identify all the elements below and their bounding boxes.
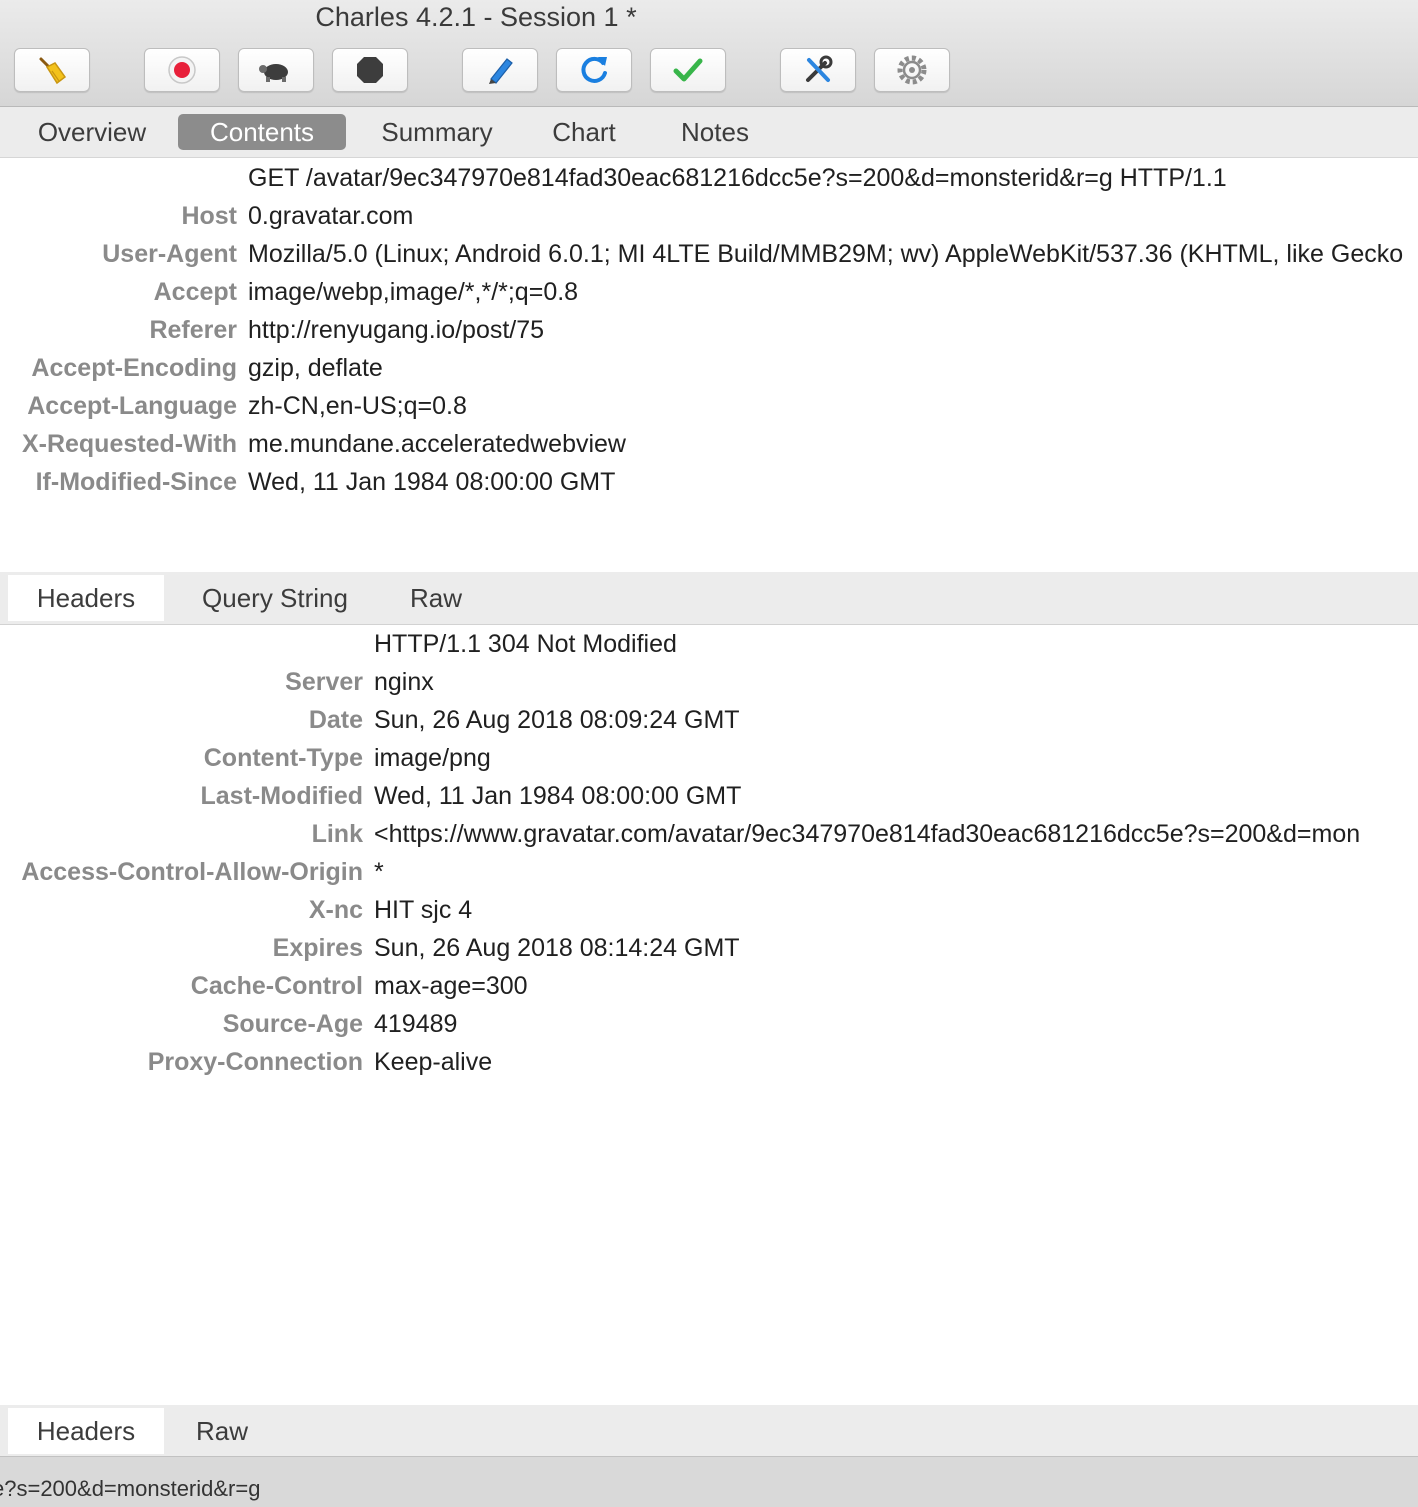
header-name: User-Agent bbox=[102, 240, 237, 268]
request-subtabs: Headers Query String Raw bbox=[0, 572, 1418, 625]
request-tab-headers[interactable]: Headers bbox=[8, 575, 164, 621]
header-value: Wed, 11 Jan 1984 08:00:00 GMT bbox=[248, 468, 616, 496]
header-value: * bbox=[374, 858, 384, 886]
header-value: http://renyugang.io/post/75 bbox=[248, 316, 545, 344]
throttle-button[interactable] bbox=[238, 48, 314, 92]
header-value: Keep-alive bbox=[374, 1048, 493, 1076]
clear-session-button[interactable] bbox=[14, 48, 90, 92]
header-name: If-Modified-Since bbox=[35, 468, 237, 496]
refresh-icon bbox=[577, 53, 611, 87]
header-value: nginx bbox=[374, 668, 434, 696]
header-value: Mozilla/5.0 (Linux; Android 6.0.1; MI 4L… bbox=[248, 240, 1404, 268]
header-name: Accept-Language bbox=[27, 392, 237, 420]
record-icon bbox=[165, 53, 199, 87]
tools-button[interactable] bbox=[780, 48, 856, 92]
settings-button[interactable] bbox=[874, 48, 950, 92]
gear-icon bbox=[895, 53, 929, 87]
tools-icon bbox=[801, 53, 835, 87]
header-value: me.mundane.acceleratedwebview bbox=[248, 430, 626, 458]
breakpoints-button[interactable] bbox=[332, 48, 408, 92]
compose-button[interactable] bbox=[462, 48, 538, 92]
header-name: Access-Control-Allow-Origin bbox=[21, 858, 363, 886]
pen-icon bbox=[483, 53, 517, 87]
header-value: image/png bbox=[374, 744, 491, 772]
header-value: <https://www.gravatar.com/avatar/9ec3479… bbox=[374, 820, 1361, 848]
status-bar: e?s=200&d=monsterid&r=g bbox=[0, 1456, 1418, 1507]
window-title: Charles 4.2.1 - Session 1 * bbox=[315, 2, 637, 32]
check-icon bbox=[671, 53, 705, 87]
request-headers-pane: GET /avatar/9ec347970e814fad30eac681216d… bbox=[0, 158, 1418, 572]
response-tab-raw[interactable]: Raw bbox=[180, 1408, 264, 1454]
turtle-icon bbox=[257, 55, 295, 85]
header-name: Proxy-Connection bbox=[147, 1048, 363, 1076]
tab-notes[interactable]: Notes bbox=[660, 114, 770, 150]
tab-summary[interactable]: Summary bbox=[364, 114, 510, 150]
header-name: Cache-Control bbox=[190, 972, 363, 1000]
header-name: Referer bbox=[149, 316, 237, 344]
header-value: image/webp,image/*,*/*;q=0.8 bbox=[248, 278, 579, 306]
header-name: Accept-Encoding bbox=[31, 354, 237, 382]
repeat-button[interactable] bbox=[556, 48, 632, 92]
record-button[interactable] bbox=[144, 48, 220, 92]
validate-button[interactable] bbox=[650, 48, 726, 92]
header-name: Expires bbox=[272, 934, 363, 962]
header-name: X-nc bbox=[308, 896, 363, 924]
header-value: Sun, 26 Aug 2018 08:14:24 GMT bbox=[374, 934, 740, 962]
header-name: X-Requested-With bbox=[21, 430, 237, 458]
tab-overview[interactable]: Overview bbox=[24, 114, 160, 150]
header-name: Host bbox=[181, 202, 237, 230]
broom-icon bbox=[35, 53, 69, 87]
header-name: Server bbox=[285, 668, 363, 696]
request-line: GET /avatar/9ec347970e814fad30eac681216d… bbox=[248, 164, 1227, 192]
status-line: HTTP/1.1 304 Not Modified bbox=[374, 630, 677, 658]
header-name: Source-Age bbox=[222, 1010, 363, 1038]
response-tab-headers[interactable]: Headers bbox=[8, 1408, 164, 1454]
header-name: Date bbox=[308, 706, 363, 734]
header-value: Sun, 26 Aug 2018 08:09:24 GMT bbox=[374, 706, 740, 734]
header-name: Content-Type bbox=[203, 744, 363, 772]
status-text: e?s=200&d=monsterid&r=g bbox=[0, 1476, 261, 1501]
request-tab-query-string[interactable]: Query String bbox=[180, 575, 370, 621]
view-tabs: Overview Contents Summary Chart Notes bbox=[0, 107, 1418, 158]
request-tab-raw[interactable]: Raw bbox=[392, 575, 480, 621]
header-value: 419489 bbox=[374, 1010, 458, 1038]
header-value: max-age=300 bbox=[374, 972, 528, 1000]
header-value: gzip, deflate bbox=[248, 354, 383, 382]
header-name: Accept bbox=[153, 278, 237, 306]
response-headers-pane: HTTP/1.1 304 Not Modified Server nginx D… bbox=[0, 625, 1418, 1405]
header-value: zh-CN,en-US;q=0.8 bbox=[248, 392, 467, 420]
header-value: HIT sjc 4 bbox=[374, 896, 473, 924]
tab-contents[interactable]: Contents bbox=[178, 114, 346, 150]
title-toolbar-area: Charles 4.2.1 - Session 1 * bbox=[0, 0, 1418, 107]
tab-chart[interactable]: Chart bbox=[530, 114, 638, 150]
header-name: Link bbox=[311, 820, 363, 848]
stop-icon bbox=[354, 54, 386, 86]
header-value: Wed, 11 Jan 1984 08:00:00 GMT bbox=[374, 782, 742, 810]
response-subtabs: Headers Raw bbox=[0, 1405, 1418, 1458]
header-value: 0.gravatar.com bbox=[248, 202, 414, 230]
header-name: Last-Modified bbox=[200, 782, 364, 810]
